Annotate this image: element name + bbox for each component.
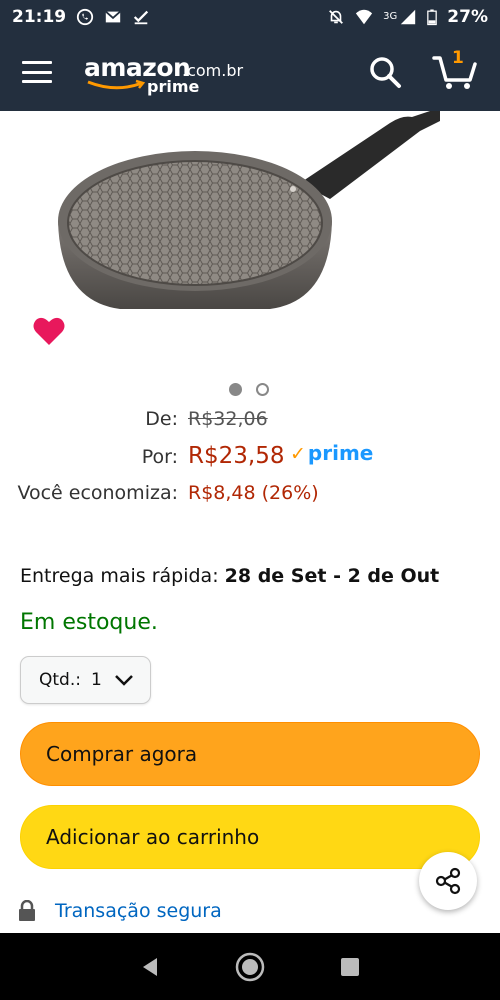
wishlist-heart-icon[interactable]	[33, 316, 65, 346]
download-done-icon	[134, 10, 149, 24]
secure-transaction-label: Transação segura	[55, 900, 222, 922]
prime-badge: ✓ prime	[290, 441, 373, 465]
gmail-icon	[105, 10, 121, 22]
new-price-label: Por:	[141, 446, 178, 468]
share-icon	[435, 867, 461, 895]
price-block: De: R$32,06 Por: R$23,58 ✓ prime Você eco…	[0, 408, 500, 518]
status-bar: 21:19 3G 27%	[0, 0, 500, 33]
delivery-label: Entrega mais rápida:	[20, 565, 219, 587]
add-to-cart-button[interactable]: Adicionar ao carrinho	[20, 805, 480, 869]
menu-icon[interactable]	[22, 61, 52, 83]
frying-pan-image	[58, 111, 440, 309]
old-price: R$32,06	[188, 408, 268, 430]
new-price: R$23,58	[188, 443, 285, 469]
battery-icon	[427, 9, 438, 25]
logo-prime: prime	[147, 77, 200, 96]
search-icon[interactable]	[368, 55, 402, 89]
system-icons: 3G 27%	[327, 7, 488, 27]
battery-level: 27%	[447, 6, 488, 27]
muted-bell-icon	[329, 9, 344, 24]
prime-check-icon: ✓	[290, 443, 306, 465]
system-navigation-bar	[0, 933, 500, 1000]
buy-now-label: Comprar agora	[46, 742, 198, 766]
home-icon	[235, 952, 265, 981]
app-header: amazon .com.br prime 1	[0, 33, 500, 111]
recents-button[interactable]	[335, 952, 365, 982]
quantity-value: 1	[90, 670, 102, 690]
back-button[interactable]	[135, 952, 165, 982]
savings-value: R$8,48 (26%)	[188, 482, 319, 504]
buy-now-button[interactable]: Comprar agora	[20, 722, 480, 786]
chevron-down-icon	[115, 675, 133, 686]
back-icon	[143, 957, 157, 976]
status-time: 21:19	[12, 6, 67, 27]
smile-arrow-icon	[87, 79, 146, 90]
notification-icons	[76, 8, 150, 26]
add-to-cart-label: Adicionar ao carrinho	[46, 825, 260, 849]
share-button[interactable]	[419, 852, 477, 910]
secure-transaction-link[interactable]: Transação segura	[18, 900, 222, 922]
cart-count: 1	[452, 48, 464, 68]
product-image[interactable]	[0, 111, 500, 371]
signal-icon	[401, 9, 416, 24]
recents-icon	[341, 957, 359, 976]
whatsapp-icon	[77, 8, 94, 25]
wifi-icon	[356, 9, 373, 24]
amazon-prime-logo[interactable]: amazon .com.br prime	[84, 47, 254, 97]
carousel-indicator	[229, 383, 269, 396]
delivery-dates: 28 de Set - 2 de Out	[224, 565, 440, 587]
cart-button[interactable]: 1	[432, 48, 478, 90]
savings-label: Você economiza:	[17, 482, 178, 504]
home-button[interactable]	[235, 952, 265, 982]
prime-badge-label: prime	[307, 441, 374, 465]
carousel-dot-2[interactable]	[256, 383, 269, 396]
network-type: 3G	[383, 10, 398, 22]
quantity-select[interactable]: Qtd.: 1	[20, 656, 151, 704]
delivery-info: Entrega mais rápida: 28 de Set - 2 de Ou…	[20, 565, 439, 587]
quantity-label: Qtd.:	[39, 670, 81, 690]
old-price-label: De:	[145, 408, 178, 430]
lock-icon	[19, 900, 35, 921]
carousel-dot-1[interactable]	[229, 383, 242, 396]
stock-status: Em estoque.	[20, 610, 158, 635]
